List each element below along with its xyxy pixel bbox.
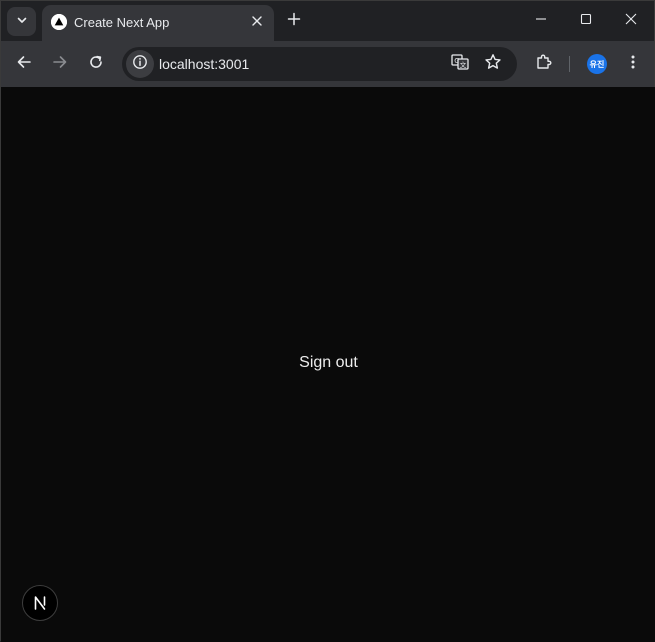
tab-title: Create Next App xyxy=(74,15,170,30)
browser-toolbar: localhost:3001 G 文 유진 xyxy=(1,41,654,87)
tab-active[interactable]: Create Next App xyxy=(42,5,274,41)
chevron-down-icon xyxy=(16,13,28,31)
close-icon xyxy=(625,12,637,30)
extensions-button[interactable] xyxy=(530,50,558,78)
tab-strip: Create Next App xyxy=(1,1,654,41)
reload-icon xyxy=(88,54,104,75)
puzzle-icon xyxy=(535,53,553,76)
close-window-button[interactable] xyxy=(609,6,653,36)
plus-icon xyxy=(287,12,301,31)
reload-button[interactable] xyxy=(82,50,110,78)
browser-menu-button[interactable] xyxy=(619,50,647,78)
arrow-left-icon xyxy=(16,54,32,75)
page-viewport: Sign out xyxy=(1,87,655,642)
back-button[interactable] xyxy=(10,50,38,78)
browser-window: Create Next App localhost:3001 G 文 유진 Si… xyxy=(0,0,655,642)
bookmark-button[interactable] xyxy=(483,53,503,76)
forward-button[interactable] xyxy=(46,50,74,78)
tab-close-button[interactable] xyxy=(248,13,266,31)
profile-avatar[interactable]: 유진 xyxy=(587,54,607,74)
site-info-button[interactable] xyxy=(126,50,154,78)
translate-icon: G 文 xyxy=(451,53,469,76)
minimize-icon xyxy=(535,12,547,30)
close-icon xyxy=(252,13,262,31)
next-logo-icon xyxy=(34,596,46,610)
info-icon xyxy=(132,54,148,75)
next-dev-indicator[interactable] xyxy=(22,585,58,621)
new-tab-button[interactable] xyxy=(282,9,306,33)
svg-text:文: 文 xyxy=(460,60,467,69)
translate-button[interactable]: G 文 xyxy=(450,53,470,76)
arrow-right-icon xyxy=(52,54,68,75)
toolbar-divider xyxy=(569,56,570,72)
address-bar[interactable]: localhost:3001 G 文 xyxy=(122,47,517,81)
sign-out-button[interactable]: Sign out xyxy=(1,354,655,372)
maximize-icon xyxy=(580,12,592,30)
triangle-icon xyxy=(51,14,67,30)
maximize-button[interactable] xyxy=(564,6,608,36)
url-text: localhost:3001 xyxy=(159,56,250,72)
tab-search-button[interactable] xyxy=(7,7,36,36)
kebab-menu-icon xyxy=(625,54,641,75)
star-icon xyxy=(484,53,502,76)
minimize-button[interactable] xyxy=(519,6,563,36)
